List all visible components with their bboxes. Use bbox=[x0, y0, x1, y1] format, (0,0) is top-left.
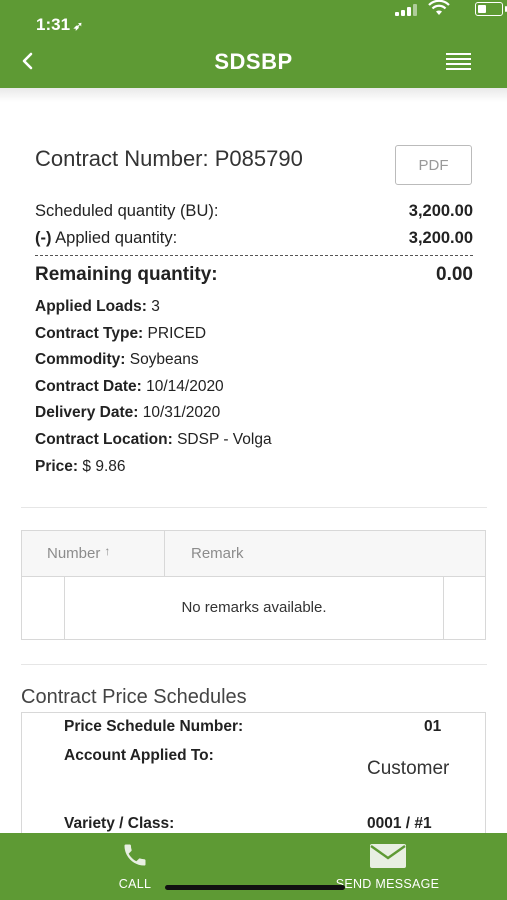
location-arrow-icon: ➶ bbox=[73, 19, 84, 33]
detail-commodity: Commodity: Soybeans bbox=[35, 351, 199, 369]
applied-quantity-row: (-) Applied quantity: 3,200.00 bbox=[35, 229, 473, 248]
pdf-button[interactable]: PDF bbox=[395, 145, 472, 185]
header-shadow bbox=[0, 88, 507, 102]
remaining-quantity-row: Remaining quantity: 0.00 bbox=[35, 264, 473, 286]
remarks-table: Number ↑ Remark No remarks available. bbox=[21, 530, 486, 640]
applied-quantity-prefix: (-) bbox=[35, 229, 52, 247]
detail-label: Commodity: bbox=[35, 351, 126, 368]
status-time-text: 1:31 bbox=[36, 15, 71, 34]
detail-value: SDSP - Volga bbox=[172, 431, 272, 448]
section-divider bbox=[21, 664, 487, 665]
detail-contract-date: Contract Date: 10/14/2020 bbox=[35, 378, 224, 396]
detail-contract-location: Contract Location: SDSP - Volga bbox=[35, 431, 272, 449]
contract-number: Contract Number: P085790 bbox=[35, 146, 303, 171]
detail-price: Price: $ 9.86 bbox=[35, 458, 126, 476]
detail-value: Soybeans bbox=[125, 351, 199, 368]
column-header-remark[interactable]: Remark bbox=[165, 531, 485, 577]
price-schedule-number-value: 01 bbox=[424, 718, 442, 735]
section-divider bbox=[21, 507, 487, 508]
scheduled-quantity-label: Scheduled quantity (BU): bbox=[35, 202, 219, 220]
detail-label: Applied Loads: bbox=[35, 298, 147, 315]
sort-ascending-icon: ↑ bbox=[104, 544, 111, 558]
page-title: SDSBP bbox=[214, 49, 293, 74]
hamburger-menu-icon[interactable] bbox=[446, 53, 471, 71]
cellular-signal-icon bbox=[395, 4, 417, 16]
wifi-icon bbox=[428, 0, 450, 15]
variety-class-label: Variety / Class: bbox=[64, 815, 175, 832]
quantity-divider bbox=[35, 255, 473, 256]
detail-label: Contract Location: bbox=[35, 431, 173, 448]
scheduled-quantity-row: Scheduled quantity (BU): 3,200.00 bbox=[35, 202, 473, 221]
detail-value: PRICED bbox=[143, 325, 207, 342]
detail-applied-loads: Applied Loads: 3 bbox=[35, 298, 160, 316]
detail-value: 10/14/2020 bbox=[141, 378, 224, 395]
phone-icon bbox=[124, 844, 146, 866]
detail-label: Delivery Date: bbox=[35, 404, 139, 421]
app-header: 1:31 ➶ SDSBP bbox=[0, 0, 507, 88]
price-schedule-number-label: Price Schedule Number: bbox=[64, 718, 244, 735]
account-applied-value: Customer bbox=[367, 758, 450, 779]
price-schedules-title: Contract Price Schedules bbox=[21, 686, 247, 708]
detail-label: Contract Type: bbox=[35, 325, 144, 342]
envelope-icon bbox=[369, 844, 406, 868]
empty-remarks-message: No remarks available. bbox=[64, 577, 444, 640]
detail-value: 3 bbox=[146, 298, 160, 315]
column-header-number[interactable]: Number ↑ bbox=[22, 531, 165, 577]
price-schedule-card: Price Schedule Number: 01 Account Applie… bbox=[21, 712, 486, 852]
account-applied-label: Account Applied To: bbox=[64, 747, 214, 764]
variety-class-value: 0001 / #1 bbox=[367, 815, 432, 832]
applied-quantity-label: Applied quantity: bbox=[51, 229, 178, 247]
column-header-label: Number bbox=[47, 545, 101, 562]
detail-value: $ 9.86 bbox=[78, 458, 126, 475]
detail-delivery-date: Delivery Date: 10/31/2020 bbox=[35, 404, 220, 422]
applied-quantity-value: 3,200.00 bbox=[408, 229, 473, 247]
detail-value: 10/31/2020 bbox=[138, 404, 221, 421]
column-header-label: Remark bbox=[191, 545, 244, 562]
status-time: 1:31 ➶ bbox=[36, 15, 83, 35]
battery-icon bbox=[475, 2, 507, 16]
home-indicator[interactable] bbox=[165, 885, 345, 890]
scheduled-quantity-value: 3,200.00 bbox=[408, 202, 473, 220]
remaining-quantity-label: Remaining quantity: bbox=[35, 264, 218, 285]
detail-label: Price: bbox=[35, 458, 79, 475]
detail-label: Contract Date: bbox=[35, 378, 142, 395]
remaining-quantity-value: 0.00 bbox=[436, 264, 473, 285]
detail-contract-type: Contract Type: PRICED bbox=[35, 325, 206, 343]
